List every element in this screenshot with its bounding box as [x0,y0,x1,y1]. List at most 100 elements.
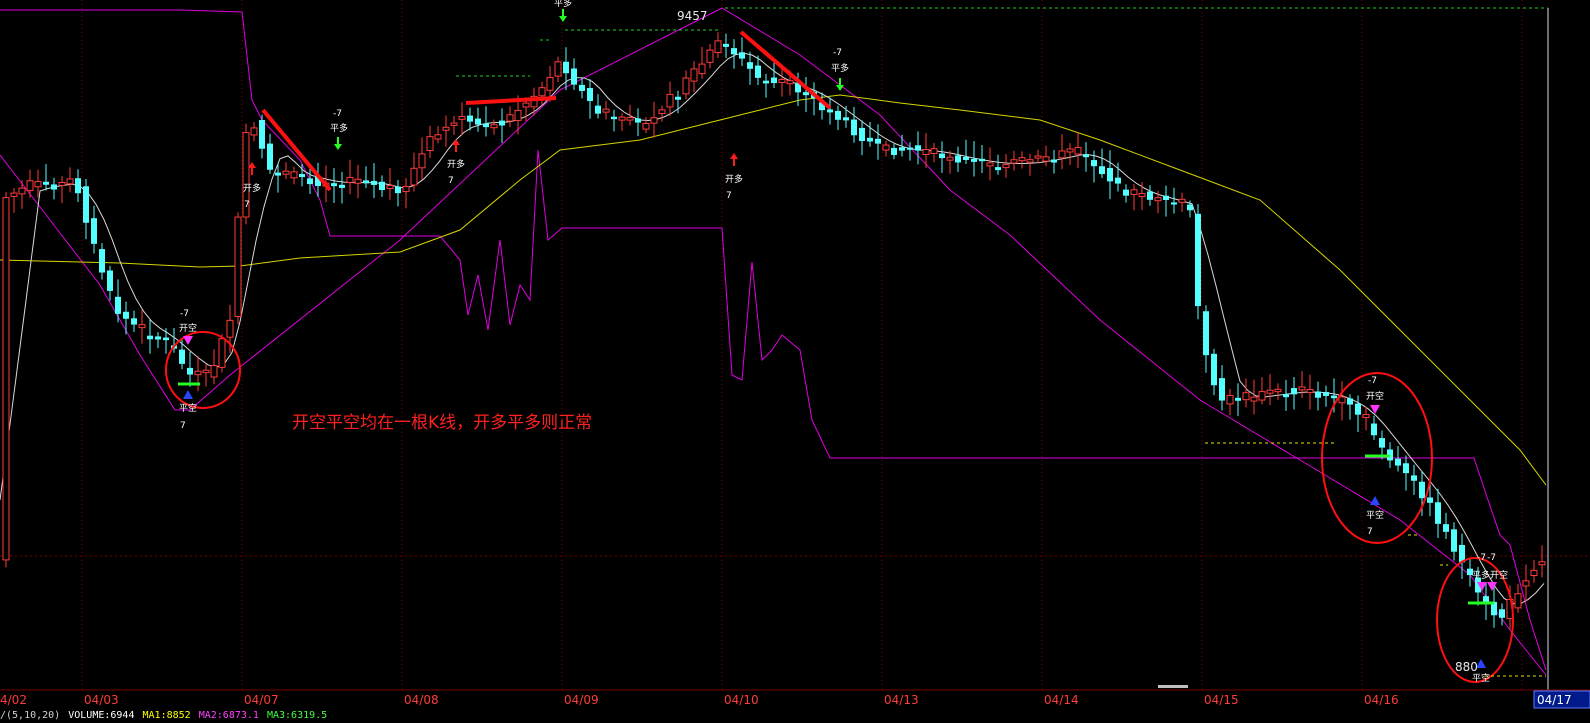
candle [418,137,426,180]
trade-signals: 开多7-7平多开多7平多开多7-7平多-7开空平空7-7开空平空7-7 -7平多开… [179,0,1508,684]
signal-qty: 7 [244,200,250,210]
candle [915,131,921,165]
date-label-0415: 04/15 [1204,693,1239,707]
candle [875,124,881,160]
signal-label: 开多 [725,173,743,185]
candle [202,364,210,387]
candle [963,139,969,165]
candle [1323,385,1329,407]
annotation-text: 开空平空均在一根K线，开多平多则正常 [292,413,592,433]
candle [530,87,538,116]
envelope-upper-polyline [0,9,1547,671]
candle [131,310,137,332]
candle [1291,377,1297,410]
candle [946,150,954,174]
candle [882,140,890,157]
candle [571,58,577,90]
ma-long-polyline [0,94,1547,486]
candle [1018,151,1026,169]
candle [1411,464,1417,495]
signal-qty: 7 [448,176,454,186]
candle [635,108,641,136]
status-volume: VOLUME:6944 [68,710,135,721]
candle [930,142,938,163]
signal-qty: -7 [1368,376,1377,386]
candle [267,133,273,174]
date-label-0410: 04/10 [724,693,759,707]
arrow-down-icon [836,78,844,91]
candle [450,115,458,135]
close-short-marker-icon [183,390,193,399]
candle [475,107,481,132]
signal-qty: -7 [1487,553,1496,563]
signal-label: 平多 [554,0,572,9]
candle [986,147,994,181]
candles [2,32,1546,630]
status-ma2: MA2:6873.1 [198,710,259,721]
candle [1211,348,1217,396]
candle [995,154,1001,175]
candle [1338,381,1346,421]
scroll-thumb[interactable] [1158,685,1188,688]
candle [1403,455,1409,491]
candle [75,169,81,203]
candle [827,97,833,125]
candle [595,94,601,119]
signal-qty: 7 [1367,527,1373,537]
candle [123,301,129,335]
candle [179,339,185,370]
candle [138,309,146,344]
candle [10,187,18,213]
candle [402,178,410,209]
candle [1051,149,1057,174]
candle [163,328,169,354]
date-label-0414: 04/14 [1044,693,1079,707]
candle [1034,149,1042,164]
candle [155,332,161,349]
candle [234,212,242,325]
candle [642,117,650,134]
candle [1226,388,1234,416]
candle [371,163,377,199]
candlestick-chart[interactable]: 开多7-7平多开多7平多开多7-7平多-7开空平空7-7开空平空7-7 -7平多开… [0,0,1590,723]
candle [51,177,57,200]
arrow-down-icon [334,137,342,150]
candle [107,265,113,301]
candle [1163,185,1169,217]
candle [66,167,74,193]
trend-line [739,30,832,110]
candle [731,39,737,69]
candle [339,171,345,204]
candle [1250,379,1258,415]
envelope-lower-polyline [0,7,1547,676]
signal-label: 开多 [243,182,261,194]
candle [1371,415,1377,440]
date-label-0417: 04/17 [1537,693,1572,707]
candle [1178,192,1186,212]
candle [1443,512,1449,539]
candle [363,166,369,189]
signal-qty: 7 [726,191,732,201]
candle [83,178,89,240]
candle [1026,154,1034,176]
candle [851,106,857,143]
candle [1491,586,1497,628]
candle [803,76,809,113]
candle [723,33,729,59]
signal-label: 平多开空 [1472,569,1508,581]
candle [1042,145,1050,167]
candle [147,319,153,354]
candle [250,121,258,142]
candle [1315,381,1321,411]
candle [99,243,105,280]
candle [626,104,634,126]
candle [58,176,66,204]
indicator-status-bar: /(5,10,20) VOLUME:6944 MA1:8852 MA2:6873… [0,708,1590,723]
open-short-marker-icon [183,336,193,345]
candle [714,32,722,59]
candle [1107,150,1113,200]
open-short-marker-icon [1370,405,1380,414]
date-label-0409: 04/09 [564,693,599,707]
signal-label: 平多 [831,62,849,74]
candle [658,105,666,122]
